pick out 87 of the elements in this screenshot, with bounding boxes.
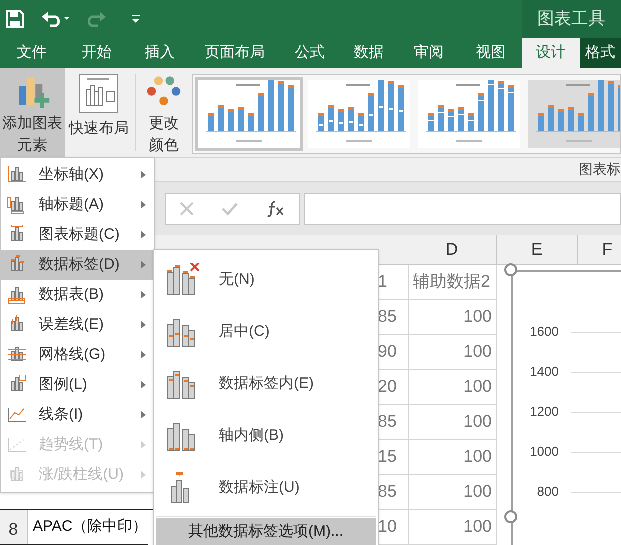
formula-input[interactable] — [304, 192, 621, 224]
submenu-arrow-icon — [141, 351, 146, 359]
column-header[interactable]: F — [578, 235, 621, 264]
table-cell-text: APAC（除中印） — [32, 517, 148, 537]
ribbon-tab[interactable]: 开始 — [64, 38, 130, 68]
submenu-item[interactable]: 数据标签内(E) — [156, 358, 376, 410]
resize-handle[interactable] — [504, 263, 518, 277]
chart-style-thumbnail[interactable] — [415, 77, 523, 151]
column-header[interactable]: D — [408, 235, 497, 264]
submenu-arrow-icon — [141, 441, 146, 449]
menu-item[interactable]: 网格线(G) — [1, 340, 154, 370]
submenu-arrow-icon — [141, 471, 146, 479]
table-cell-text: 10 — [378, 516, 397, 538]
axis-label: 1400 — [529, 363, 559, 382]
chart-tools-header: 图表工具 — [522, 0, 621, 38]
data-table-chart-icon — [7, 285, 27, 305]
axis-label: 800 — [536, 483, 559, 502]
chart-style-thumbnail[interactable] — [195, 77, 303, 151]
table-cell-text: 100 — [464, 411, 492, 434]
no-label-chart-icon — [166, 263, 200, 297]
table-cell-text: 85 — [378, 481, 397, 504]
chart-style-thumbnail[interactable] — [525, 77, 620, 151]
chart-area[interactable]: 1600 1400 1200 1000 800 — [511, 270, 621, 545]
ribbon-button[interactable]: 快速布局 — [65, 68, 133, 157]
ribbon-button[interactable]: 更改 颜色 — [138, 68, 190, 157]
undo-icon[interactable] — [42, 11, 70, 27]
insert-function-icon[interactable] — [266, 200, 285, 216]
submenu-arrow-icon — [141, 231, 146, 239]
submenu-item[interactable]: 居中(C) — [156, 306, 376, 358]
submenu-item[interactable]: 轴内侧(B) — [156, 410, 376, 462]
table-cell-text: 15 — [378, 446, 397, 468]
axis-label: 1000 — [529, 443, 559, 462]
submenu-arrow-icon — [141, 381, 146, 389]
table-cell-text: 20 — [378, 376, 397, 398]
ribbon-tab[interactable]: 设计 — [522, 38, 580, 68]
table-cell-text: 100 — [464, 306, 492, 328]
table-cell-text: 1 — [378, 271, 388, 294]
table-cell-text: 100 — [464, 481, 492, 504]
submenu-arrow-icon — [141, 261, 146, 269]
submenu-arrow-icon — [141, 291, 146, 299]
trendline-chart-icon — [7, 435, 27, 455]
enter-icon[interactable] — [222, 202, 238, 216]
submenu-arrow-icon — [141, 171, 146, 179]
submenu-arrow-icon — [141, 411, 146, 419]
line-chart-icon — [7, 405, 27, 425]
chart-style-thumbnail[interactable] — [305, 77, 413, 151]
quick-layout-icon — [79, 74, 119, 114]
ribbon-tab[interactable]: 视图 — [460, 38, 522, 68]
submenu-item[interactable]: 无(N) — [156, 254, 376, 306]
ribbon-button[interactable]: 添加图表 元素 — [0, 68, 65, 157]
customize-toolbar-icon[interactable] — [132, 14, 140, 24]
submenu-item[interactable]: 数据标注(U) — [156, 462, 376, 514]
cancel-icon[interactable] — [180, 202, 194, 216]
table-cell-text: 100 — [464, 516, 492, 538]
table-cell-text: 100 — [464, 376, 492, 398]
submenu-arrow-icon — [141, 321, 146, 329]
menu-item[interactable]: 坐标轴(X) — [1, 160, 154, 190]
ribbon-tab[interactable]: 审阅 — [398, 38, 460, 68]
table-cell-text: 100 — [464, 341, 492, 364]
ribbon-tab[interactable]: 格式 — [580, 38, 621, 68]
row-header[interactable]: 8 — [0, 510, 28, 544]
menu-item[interactable]: 数据标签(D) — [1, 250, 154, 280]
ribbon-tab[interactable]: 数据 — [340, 38, 398, 68]
menu-item[interactable]: 线条(I) — [1, 400, 154, 430]
axis-title-chart-icon — [7, 195, 27, 215]
table-cell-text: 100 — [464, 446, 492, 468]
group-label: 图表标 — [579, 160, 621, 179]
menu-item[interactable]: 数据表(B) — [1, 280, 154, 310]
menu-item[interactable]: 轴标题(A) — [1, 190, 154, 220]
menu-item[interactable]: 误差线(E) — [1, 310, 154, 340]
ribbon-tab[interactable]: 文件 — [0, 38, 64, 68]
axis-label: 1200 — [529, 403, 559, 422]
axis-label: 1600 — [529, 323, 559, 342]
save-icon[interactable] — [6, 10, 24, 28]
resize-handle[interactable] — [504, 510, 518, 524]
table-cell-text: 辅助数据2 — [413, 271, 490, 294]
table-cell-text: 85 — [378, 411, 397, 434]
menu-item[interactable]: 图例(L) — [1, 370, 154, 400]
ribbon-tab[interactable]: 插入 — [130, 38, 190, 68]
ribbon-tab[interactable]: 页面布局 — [190, 38, 280, 68]
axis-chart-icon — [7, 165, 27, 185]
more-options-item[interactable]: 其他数据标签选项(M)... — [156, 518, 376, 545]
table-cell-text: 85 — [378, 306, 397, 328]
table-cell-text: 90 — [378, 341, 397, 364]
submenu-arrow-icon — [141, 201, 146, 209]
menu-item[interactable]: 图表标题(C) — [1, 220, 154, 250]
ribbon-tab[interactable]: 公式 — [280, 38, 340, 68]
